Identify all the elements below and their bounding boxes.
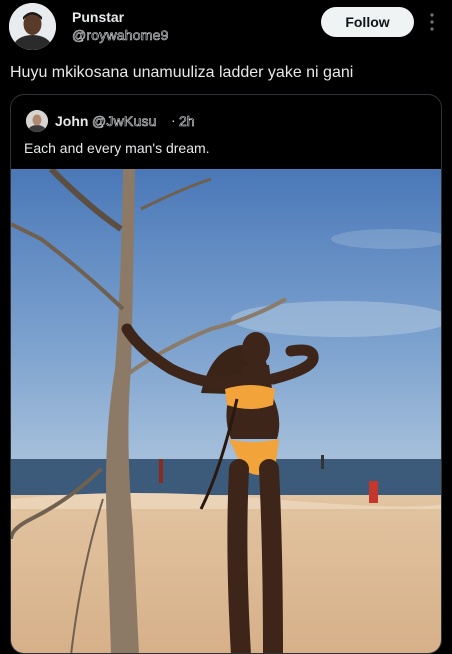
beach-photo[interactable] <box>11 169 442 654</box>
author-avatar[interactable] <box>9 3 56 50</box>
quoted-tweet[interactable]: John @JwKusu · 2h Each and every man's d… <box>10 94 442 654</box>
follow-button[interactable]: Follow <box>321 7 414 37</box>
dot-separator: · <box>171 112 176 128</box>
tweet-header: Punstar @roywahome9 Follow <box>0 0 452 52</box>
tweet-text: Huyu mkikosana unamuuliza ladder yake ni… <box>10 64 354 81</box>
quoted-author-avatar[interactable] <box>26 110 48 132</box>
author-name[interactable]: Punstar <box>72 9 124 25</box>
quoted-timestamp[interactable]: 2h <box>179 113 195 130</box>
more-vertical-icon[interactable] <box>427 12 437 32</box>
quoted-text: Each and every man's dream. <box>24 140 210 156</box>
author-handle[interactable]: @roywahome9 <box>72 27 169 44</box>
quoted-author-name[interactable]: John <box>55 113 88 129</box>
quoted-author-handle[interactable]: @JwKusu <box>92 113 157 130</box>
